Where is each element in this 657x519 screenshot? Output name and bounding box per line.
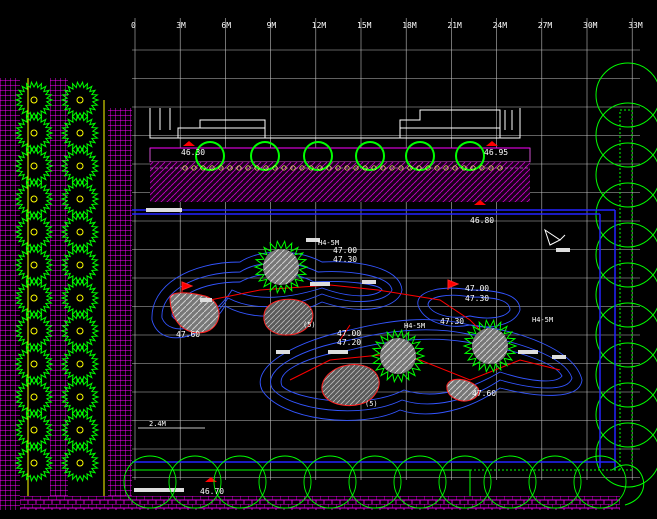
elevation-label: 47.20 xyxy=(337,338,361,347)
tree-canopy xyxy=(14,311,54,351)
tree-shadow xyxy=(472,328,508,364)
elevation-label: 46.30 xyxy=(181,148,205,157)
tree-circle xyxy=(595,262,657,328)
tree-trunk xyxy=(30,96,38,104)
tree-spec-label: H4-5M xyxy=(318,239,339,247)
tree-canopy xyxy=(14,113,54,153)
elevation-label: 47.60 xyxy=(176,330,200,339)
north-arrow xyxy=(544,228,566,246)
grid-axis-label: 21M xyxy=(447,21,462,30)
tree-circle xyxy=(595,142,657,208)
tree-circle xyxy=(595,102,657,168)
grid-axis-label: 30M xyxy=(583,21,598,30)
pond-depth-label: (5) xyxy=(303,321,316,329)
tree-trunk xyxy=(76,426,84,434)
elevation-label: 46.95 xyxy=(484,148,508,157)
grid-axis-label: 33M xyxy=(628,21,643,30)
site-plan-drawing: 0 3M 6M 9M 12M 15M 18M 21M 24M 27M 30M 33M xyxy=(0,18,657,510)
tree-trunk xyxy=(30,360,38,368)
elevation-label: 47.30 xyxy=(333,255,357,264)
tree-spec-label: H4-5M xyxy=(532,316,553,324)
grid-axis-label: 24M xyxy=(493,21,508,30)
tree-trunk xyxy=(30,294,38,302)
tree-circle xyxy=(595,222,657,288)
tree-trunk xyxy=(76,459,84,467)
tree-shadow xyxy=(263,249,299,285)
elevation-label: 47.00 xyxy=(333,246,357,255)
tree-trunk xyxy=(30,129,38,137)
tree-canopy xyxy=(14,146,54,186)
tree-trunk xyxy=(30,393,38,401)
tree-canopy xyxy=(14,245,54,285)
tree-trunk xyxy=(76,129,84,137)
right-tree-row xyxy=(595,62,657,488)
elevation-label: 47.00 xyxy=(337,329,361,338)
tree-trunk xyxy=(76,195,84,203)
tree-trunk xyxy=(30,426,38,434)
tree-trunk xyxy=(30,195,38,203)
grid-axis-label: 15M xyxy=(357,21,372,30)
tree-trunk xyxy=(76,96,84,104)
rock-islands xyxy=(169,292,480,407)
tree-trunk xyxy=(76,228,84,236)
tree-trunk xyxy=(30,327,38,335)
elevation-label: 47.60 xyxy=(472,389,496,398)
tree-shadow xyxy=(380,338,416,374)
site-boundary xyxy=(132,209,616,470)
tree-trunk xyxy=(76,327,84,335)
tree-canopy xyxy=(14,212,54,252)
path-width-label: 2.4M xyxy=(149,420,166,428)
grid-axis-label: 27M xyxy=(538,21,553,30)
tree-circle xyxy=(595,62,657,128)
tree-circle xyxy=(595,342,657,408)
tree-canopy xyxy=(14,80,54,120)
tree-trunk xyxy=(76,294,84,302)
grid-axis-label: 9M xyxy=(267,21,277,30)
grid-axis-label: 6M xyxy=(221,21,231,30)
tree-spec-label: H4-5M xyxy=(404,322,425,330)
tree-canopy xyxy=(14,278,54,318)
grid-axis-label: 12M xyxy=(312,21,327,30)
elevation-label: 47.30 xyxy=(465,294,489,303)
grid-axis-label: 0 xyxy=(131,21,136,30)
elevation-label: 47.00 xyxy=(465,284,489,293)
tree-trunk xyxy=(30,459,38,467)
tree-trunk xyxy=(76,360,84,368)
grid-axis-label: 18M xyxy=(402,21,417,30)
building-outline xyxy=(149,108,521,139)
elevation-label: 46.80 xyxy=(470,216,494,225)
grid-axis-labels: 0 3M 6M 9M 12M 15M 18M 21M 24M 27M 30M 33M xyxy=(131,21,643,30)
grid-axis-label: 3M xyxy=(176,21,186,30)
pond-depth-label: (5) xyxy=(365,400,378,408)
tree-canopy xyxy=(14,377,54,417)
tree-trunk xyxy=(76,261,84,269)
tree-canopy xyxy=(14,344,54,384)
tree-trunk xyxy=(30,228,38,236)
tree-trunk xyxy=(76,393,84,401)
tree-circle xyxy=(595,382,657,448)
tree-canopy xyxy=(14,443,54,483)
tree-trunk xyxy=(30,162,38,170)
tree-trunk xyxy=(30,261,38,269)
tree-canopy xyxy=(14,410,54,450)
tree-canopy xyxy=(14,179,54,219)
top-paving-band xyxy=(149,147,531,202)
elevation-label: 46.70 xyxy=(200,487,224,496)
elevation-label: 47.30 xyxy=(440,317,464,326)
tree-trunk xyxy=(76,162,84,170)
